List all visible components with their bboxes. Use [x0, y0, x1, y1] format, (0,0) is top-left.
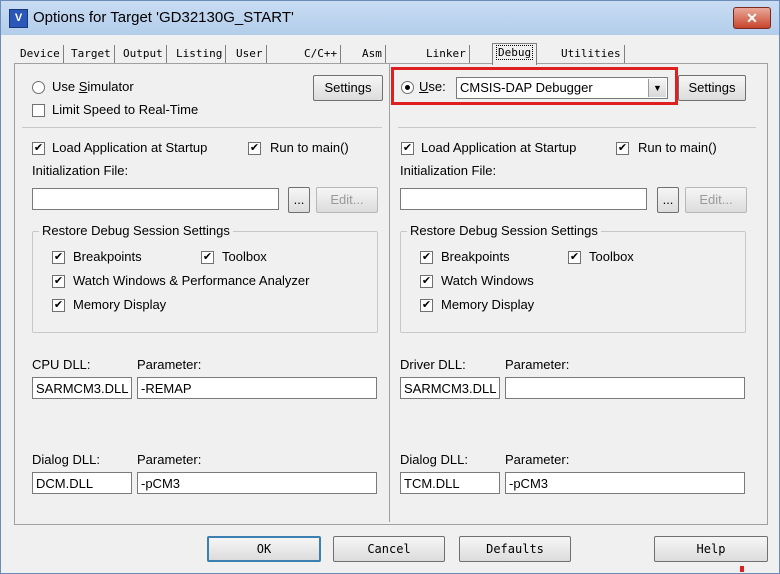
- left-load-app-label[interactable]: Load Application at Startup: [52, 140, 207, 155]
- left-memory-display-checkbox[interactable]: ✔: [52, 299, 65, 312]
- right-memory-display-label[interactable]: Memory Display: [441, 297, 534, 312]
- right-load-app-label[interactable]: Load Application at Startup: [421, 140, 576, 155]
- right-run-to-main-label[interactable]: Run to main(): [638, 140, 717, 155]
- tab-debug[interactable]: Debug: [492, 43, 538, 65]
- right-breakpoints-label[interactable]: Breakpoints: [441, 249, 510, 264]
- ok-button[interactable]: OK: [207, 536, 321, 562]
- left-dialog-param-label: Parameter:: [137, 452, 202, 467]
- use-simulator-radio[interactable]: [32, 81, 45, 94]
- left-edit-button[interactable]: Edit...: [316, 187, 378, 213]
- right-memory-display-checkbox[interactable]: ✔: [420, 299, 433, 312]
- left-separator: [22, 127, 382, 128]
- left-init-file-label: Initialization File:: [32, 163, 129, 178]
- right-init-file-input[interactable]: [400, 188, 647, 210]
- tab-listing[interactable]: Listing: [173, 45, 227, 63]
- tab-c-cpp[interactable]: C/C++: [301, 45, 342, 63]
- cpu-param-input[interactable]: -REMAP: [137, 377, 377, 399]
- use-simulator-label[interactable]: Use Simulator: [52, 79, 134, 94]
- left-run-to-main-label[interactable]: Run to main(): [270, 140, 349, 155]
- driver-param-input[interactable]: [505, 377, 745, 399]
- left-breakpoints-checkbox[interactable]: ✔: [52, 251, 65, 264]
- left-dialog-dll-input[interactable]: DCM.DLL: [32, 472, 132, 494]
- right-toolbox-checkbox[interactable]: ✔: [568, 251, 581, 264]
- left-memory-display-label[interactable]: Memory Display: [73, 297, 166, 312]
- right-dialog-param-input[interactable]: -pCM3: [505, 472, 745, 494]
- left-restore-group-title: Restore Debug Session Settings: [39, 223, 233, 238]
- title-bar[interactable]: V Options for Target 'GD32130G_START' ✕: [1, 1, 779, 35]
- tab-device[interactable]: Device: [17, 45, 64, 63]
- tab-target[interactable]: Target: [68, 45, 115, 63]
- right-toolbox-label[interactable]: Toolbox: [589, 249, 634, 264]
- tab-output[interactable]: Output: [120, 45, 167, 63]
- use-simulator-prefix: Use: [52, 79, 79, 94]
- right-watch-windows-checkbox[interactable]: ✔: [420, 275, 433, 288]
- limit-speed-label[interactable]: Limit Speed to Real-Time: [52, 102, 198, 117]
- tab-linker[interactable]: Linker: [423, 45, 470, 63]
- debugger-highlight-box: [391, 67, 678, 105]
- close-button[interactable]: ✕: [733, 7, 771, 29]
- right-watch-windows-label[interactable]: Watch Windows: [441, 273, 534, 288]
- left-toolbox-checkbox[interactable]: ✔: [201, 251, 214, 264]
- keil-app-icon: V: [9, 9, 28, 28]
- help-button[interactable]: Help: [654, 536, 768, 562]
- right-restore-group-title: Restore Debug Session Settings: [407, 223, 601, 238]
- left-load-app-checkbox[interactable]: ✔: [32, 142, 45, 155]
- right-browse-button[interactable]: ...: [657, 187, 679, 213]
- use-simulator-rest: imulator: [87, 79, 134, 94]
- defaults-button[interactable]: Defaults: [459, 536, 571, 562]
- driver-dll-input[interactable]: SARMCM3.DLL: [400, 377, 500, 399]
- cpu-param-label: Parameter:: [137, 357, 202, 372]
- right-dialog-dll-input[interactable]: TCM.DLL: [400, 472, 500, 494]
- panel-divider: [389, 64, 390, 522]
- right-dialog-dll-label: Dialog DLL:: [400, 452, 468, 467]
- left-breakpoints-label[interactable]: Breakpoints: [73, 249, 142, 264]
- right-dialog-param-label: Parameter:: [505, 452, 570, 467]
- right-separator: [398, 127, 756, 128]
- left-run-to-main-checkbox[interactable]: ✔: [248, 142, 261, 155]
- right-run-to-main-checkbox[interactable]: ✔: [616, 142, 629, 155]
- cpu-dll-input[interactable]: SARMCM3.DLL: [32, 377, 132, 399]
- driver-dll-label: Driver DLL:: [400, 357, 466, 372]
- driver-param-label: Parameter:: [505, 357, 570, 372]
- debugger-settings-button[interactable]: Settings: [678, 75, 746, 101]
- limit-speed-checkbox[interactable]: [32, 104, 45, 117]
- left-watch-windows-checkbox[interactable]: ✔: [52, 275, 65, 288]
- tab-utilities[interactable]: Utilities: [558, 45, 625, 63]
- highlight-mark: [740, 566, 744, 572]
- tab-asm[interactable]: Asm: [359, 45, 386, 63]
- cpu-dll-label: CPU DLL:: [32, 357, 91, 372]
- right-edit-button[interactable]: Edit...: [685, 187, 747, 213]
- left-dialog-dll-label: Dialog DLL:: [32, 452, 100, 467]
- left-browse-button[interactable]: ...: [288, 187, 310, 213]
- right-breakpoints-checkbox[interactable]: ✔: [420, 251, 433, 264]
- window-title: Options for Target 'GD32130G_START': [33, 9, 294, 26]
- right-load-app-checkbox[interactable]: ✔: [401, 142, 414, 155]
- left-dialog-param-input[interactable]: -pCM3: [137, 472, 377, 494]
- left-watch-windows-label[interactable]: Watch Windows & Performance Analyzer: [73, 273, 310, 288]
- left-toolbox-label[interactable]: Toolbox: [222, 249, 267, 264]
- cancel-button[interactable]: Cancel: [333, 536, 445, 562]
- right-init-file-label: Initialization File:: [400, 163, 497, 178]
- simulator-settings-button[interactable]: Settings: [313, 75, 383, 101]
- tab-debug-label: Debug: [496, 45, 534, 60]
- left-init-file-input[interactable]: [32, 188, 279, 210]
- tab-user[interactable]: User: [233, 45, 267, 63]
